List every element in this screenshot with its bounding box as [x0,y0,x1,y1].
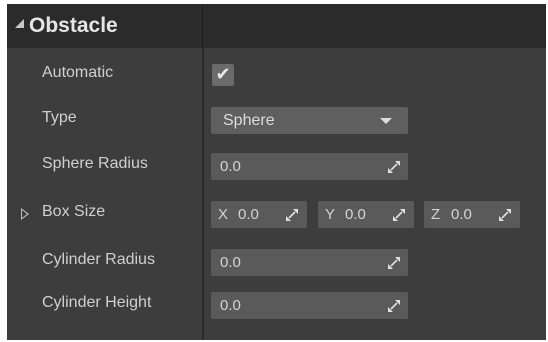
sphere-radius-field[interactable]: 0.0 [211,153,408,180]
type-dropdown-value: Sphere [223,112,275,129]
property-row-cylinder-radius: Cylinder Radius 0.0 [7,243,546,281]
property-row-type: Type Sphere [7,101,546,139]
property-row-cylinder-height: Cylinder Height 0.0 [7,286,546,324]
property-label: Cylinder Height [42,294,152,311]
details-panel: Obstacle Automatic ✔ Type Sphere Sphere … [7,4,546,340]
dropdown-caret-icon [380,118,392,124]
drag-value-icon [393,209,405,221]
property-label: Box Size [42,203,106,220]
drag-value-icon [286,209,298,221]
box-size-y-field[interactable]: Y 0.0 [318,201,414,228]
type-dropdown[interactable]: Sphere [211,107,408,134]
automatic-checkbox[interactable]: ✔ [212,64,234,86]
property-row-box-size: Box Size X 0.0 Y 0.0 Z 0.0 [7,195,546,233]
box-size-x-field[interactable]: X 0.0 [211,201,307,228]
property-label: Type [42,109,77,126]
property-row-automatic: Automatic ✔ [7,56,546,94]
property-label: Automatic [42,64,114,81]
box-size-z-value: 0.0 [451,206,472,223]
drag-value-icon [499,209,511,221]
section-header-obstacle[interactable]: Obstacle [7,4,546,48]
expand-arrow-icon[interactable] [21,208,29,220]
property-label: Cylinder Radius [42,251,155,268]
cylinder-height-field[interactable]: 0.0 [211,292,408,319]
property-row-sphere-radius: Sphere Radius 0.0 [7,147,546,185]
section-title: Obstacle [29,14,118,37]
axis-label-x: X [218,206,229,223]
cylinder-radius-value: 0.0 [220,254,241,271]
box-size-y-value: 0.0 [345,206,366,223]
drag-value-icon [388,257,400,269]
property-label: Sphere Radius [42,155,148,172]
drag-value-icon [388,300,400,312]
sphere-radius-value: 0.0 [220,158,241,175]
drag-value-icon [388,161,400,173]
axis-label-z: Z [431,206,441,223]
cylinder-height-value: 0.0 [220,297,241,314]
column-divider [202,4,203,48]
box-size-z-field[interactable]: Z 0.0 [424,201,520,228]
collapse-arrow-icon[interactable] [15,19,24,28]
cylinder-radius-field[interactable]: 0.0 [211,249,408,276]
box-size-x-value: 0.0 [238,206,259,223]
axis-label-y: Y [325,206,336,223]
